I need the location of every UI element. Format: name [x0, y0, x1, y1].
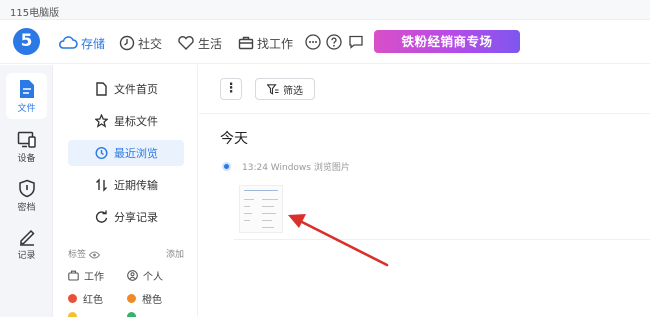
annotation-arrow: [288, 214, 389, 267]
app-window: 115电脑版 5 存储 社交 生活 找工作 铁粉经销商专场 文件 设备 密档 记…: [0, 0, 650, 317]
